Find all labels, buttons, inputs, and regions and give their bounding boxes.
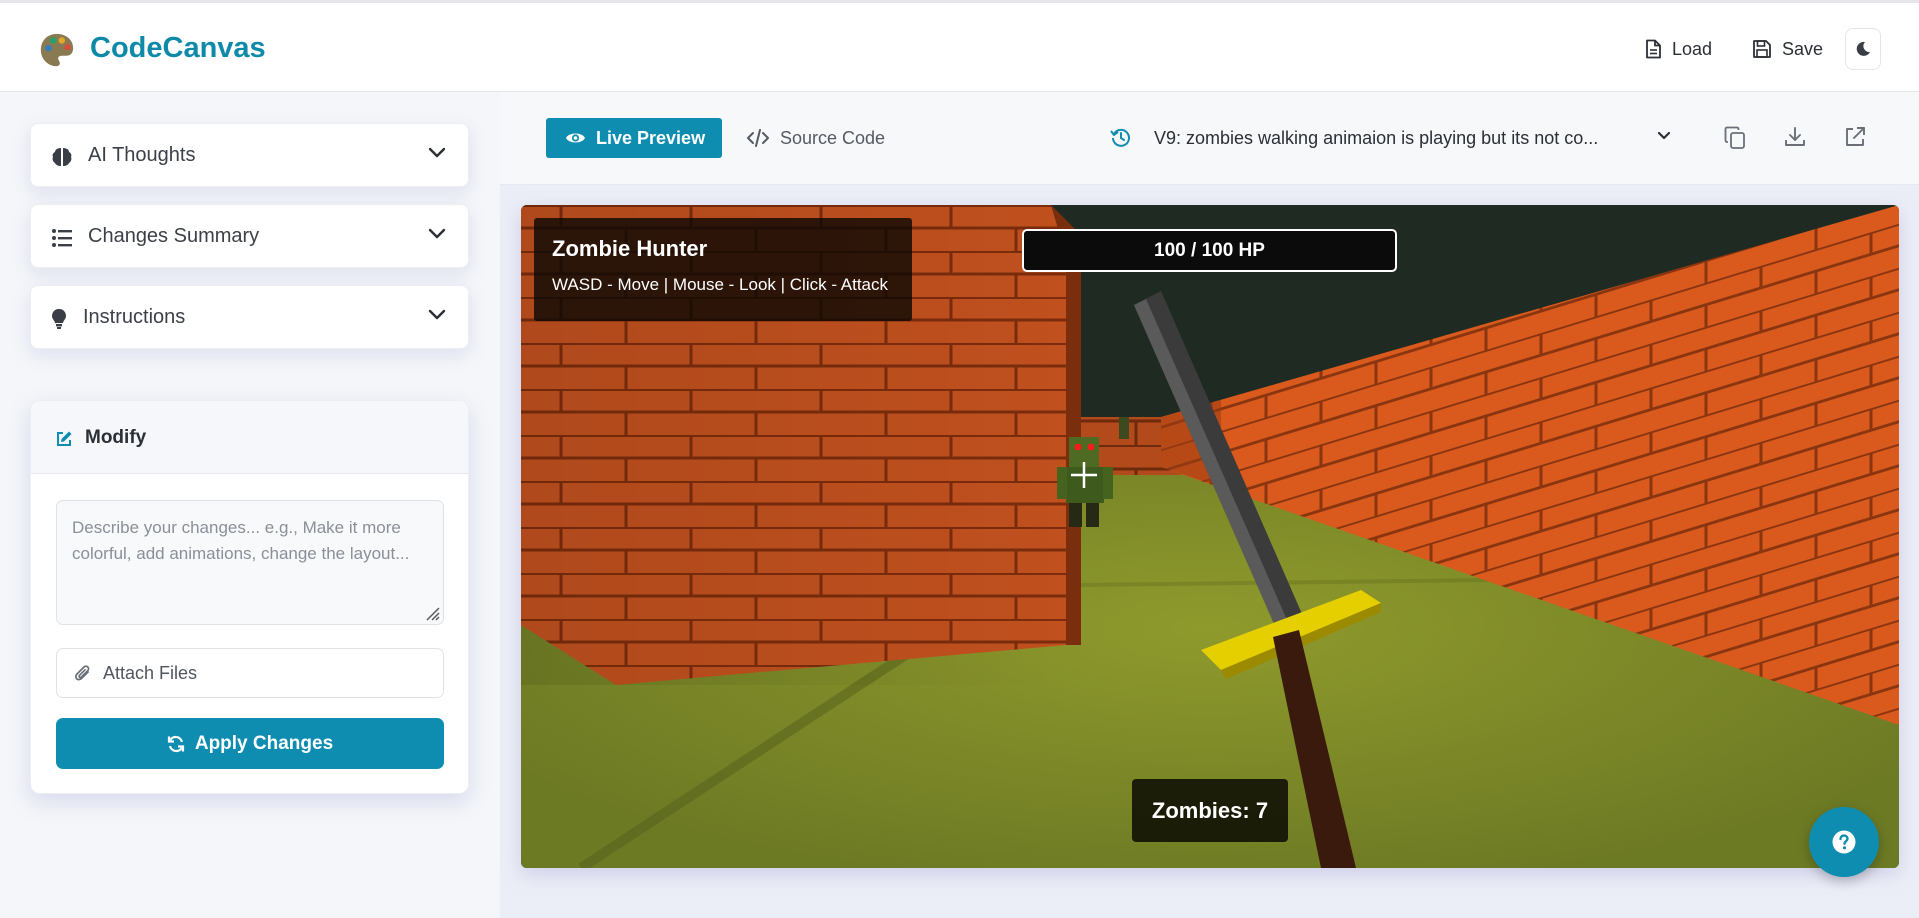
accordion-changes-summary[interactable]: Changes Summary — [30, 204, 469, 268]
accordion-label: AI Thoughts — [88, 143, 196, 166]
theme-toggle-button[interactable] — [1845, 28, 1881, 70]
modify-header: Modify — [31, 401, 468, 474]
tab-source-label: Source Code — [780, 127, 886, 148]
external-link-icon[interactable] — [1844, 126, 1866, 148]
edit-icon — [57, 431, 72, 446]
game-canvas[interactable]: Zombie Hunter WASD - Move | Mouse - Look… — [521, 205, 1899, 868]
game-controls-text: WASD - Move | Mouse - Look | Click - Att… — [552, 275, 889, 294]
save-button[interactable]: Save — [1752, 34, 1823, 64]
tab-live-preview[interactable]: Live Preview — [546, 118, 722, 158]
file-icon — [1646, 39, 1661, 59]
attach-files-button[interactable]: Attach Files — [56, 648, 444, 698]
game-info-panel: Zombie Hunter WASD - Move | Mouse - Look… — [534, 218, 912, 321]
download-icon[interactable] — [1784, 126, 1806, 148]
list-icon — [52, 229, 72, 247]
chevron-down-icon — [428, 309, 446, 320]
help-button[interactable] — [1809, 807, 1879, 877]
modify-panel: Modify Attach Files Apply Changes — [30, 400, 469, 794]
palette-icon — [40, 33, 74, 67]
accordion-label: Instructions — [83, 305, 186, 328]
moon-icon — [1856, 41, 1870, 56]
version-select[interactable]: V9: zombies walking animaion is playing … — [1110, 119, 1685, 157]
eye-icon — [566, 133, 585, 143]
apply-changes-label: Apply Changes — [194, 732, 334, 754]
health-bar: 100 / 100 HP — [1022, 229, 1397, 272]
load-label: Load — [1672, 38, 1713, 59]
code-icon — [747, 129, 769, 147]
floppy-disk-icon — [1753, 40, 1771, 58]
save-label: Save — [1782, 38, 1824, 59]
paperclip-icon — [75, 665, 90, 681]
version-label: V9: zombies walking animaion is playing … — [1154, 128, 1599, 148]
apply-changes-button[interactable]: Apply Changes — [56, 718, 444, 769]
zombie-counter: Zombies: 7 — [1132, 779, 1288, 842]
history-icon — [1110, 128, 1130, 147]
accordion-label: Changes Summary — [88, 224, 260, 247]
question-icon — [1832, 830, 1856, 854]
lightbulb-icon — [52, 309, 66, 329]
app-header: CodeCanvas Load Save — [0, 3, 1919, 92]
brain-icon — [52, 148, 72, 166]
attach-files-label: Attach Files — [103, 662, 198, 683]
game-title: Zombie Hunter — [552, 236, 708, 261]
preview-toolbar: Live Preview Source Code V9: zombies wal… — [500, 93, 1919, 185]
chevron-down-icon — [428, 228, 446, 239]
load-button[interactable]: Load — [1644, 34, 1712, 64]
left-sidebar: AI Thoughts Changes Summary Instructions — [0, 93, 500, 918]
tab-live-label: Live Preview — [596, 127, 706, 148]
chevron-down-icon — [1657, 131, 1671, 140]
copy-icon[interactable] — [1724, 126, 1746, 150]
tab-source-code[interactable]: Source Code — [746, 118, 885, 158]
modify-title: Modify — [85, 427, 147, 448]
chevron-down-icon — [428, 147, 446, 158]
accordion-instructions[interactable]: Instructions — [30, 285, 469, 349]
change-description-input[interactable] — [56, 500, 444, 625]
app-brand: CodeCanvas — [90, 32, 266, 64]
sync-icon — [167, 735, 184, 752]
accordion-ai-thoughts[interactable]: AI Thoughts — [30, 123, 469, 187]
